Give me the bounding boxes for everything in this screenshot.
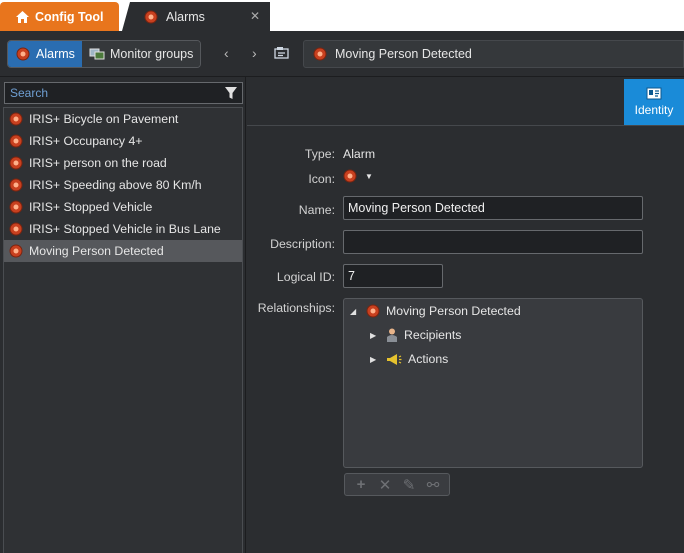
expand-icon[interactable]: ▶ (370, 331, 380, 340)
alarms-view-label: Alarms (36, 47, 75, 61)
monitor-group-icon (89, 48, 105, 60)
name-label: Name: (298, 203, 335, 217)
entity-browser-icon[interactable] (274, 46, 289, 59)
type-label: Type: (304, 147, 335, 161)
description-field[interactable] (343, 230, 643, 254)
logical-id-label: Logical ID: (276, 270, 335, 284)
tree-node-root-label: Moving Person Detected (386, 304, 521, 318)
alarm-list-panel: Search IRIS+ Bicycle on Pavement IRIS+ O… (0, 77, 246, 553)
alarm-icon (9, 222, 23, 236)
alarm-icon (313, 47, 327, 61)
description-label: Description: (270, 237, 335, 251)
tab-bar: Config Tool Alarms ✕ (0, 0, 684, 31)
view-switcher: Alarms Monitor groups (7, 40, 201, 68)
list-item-label: IRIS+ Speeding above 80 Km/h (29, 178, 202, 192)
alarm-icon (9, 200, 23, 214)
expand-icon[interactable]: ▶ (370, 355, 380, 364)
alarm-icon (9, 112, 23, 126)
list-item-selected[interactable]: Moving Person Detected (4, 240, 242, 262)
relationships-label: Relationships: (257, 301, 335, 315)
tree-node-root[interactable]: ◢ Moving Person Detected (350, 304, 521, 318)
list-item[interactable]: IRIS+ Stopped Vehicle in Bus Lane (4, 218, 242, 240)
list-item-label: IRIS+ Stopped Vehicle (29, 200, 153, 214)
list-item[interactable]: IRIS+ Occupancy 4+ (4, 130, 242, 152)
list-item[interactable]: IRIS+ Stopped Vehicle (4, 196, 242, 218)
tab-identity[interactable]: Identity (624, 79, 684, 125)
id-card-icon (646, 87, 662, 100)
type-value: Alarm (343, 147, 376, 161)
logical-id-value: 7 (348, 269, 355, 283)
monitor-groups-button[interactable]: Monitor groups (82, 41, 200, 67)
alarm-icon (343, 169, 357, 183)
close-icon[interactable]: ✕ (250, 9, 260, 23)
alarm-icon (366, 304, 380, 318)
add-icon[interactable]: + (351, 476, 371, 493)
forward-icon[interactable]: › (252, 45, 257, 61)
back-icon[interactable]: ‹ (224, 45, 229, 61)
logical-id-field[interactable]: 7 (343, 264, 443, 288)
user-icon (387, 328, 397, 342)
tree-node-recipients-label: Recipients (404, 328, 462, 342)
entity-path-title: Moving Person Detected (335, 47, 472, 61)
alarm-icon (9, 244, 23, 258)
chevron-down-icon[interactable]: ▼ (365, 172, 373, 181)
tab-config-tool-label: Config Tool (35, 9, 104, 24)
toolbar: Alarms Monitor groups ‹ › Moving Person … (0, 31, 684, 77)
list-item-label: IRIS+ Occupancy 4+ (29, 134, 143, 148)
home-icon (16, 10, 29, 23)
edit-icon[interactable]: ✎ (399, 476, 419, 494)
tab-alarms[interactable]: Alarms ✕ (122, 2, 270, 31)
link-icon[interactable]: ⚯ (423, 476, 443, 494)
list-item[interactable]: IRIS+ person on the road (4, 152, 242, 174)
icon-label: Icon: (308, 172, 335, 186)
list-item-label: IRIS+ person on the road (29, 156, 167, 170)
search-placeholder: Search (10, 86, 49, 100)
icon-picker[interactable]: ▼ (343, 169, 373, 183)
alarm-list: IRIS+ Bicycle on Pavement IRIS+ Occupanc… (3, 107, 243, 553)
name-value: Moving Person Detected (348, 201, 485, 215)
alarms-view-button[interactable]: Alarms (8, 41, 82, 67)
alarm-icon (9, 178, 23, 192)
entity-path-bar[interactable]: Moving Person Detected (303, 40, 684, 68)
megaphone-icon (387, 353, 402, 365)
list-item-label: Moving Person Detected (29, 244, 164, 258)
relationship-actions: + ✕ ✎ ⚯ (344, 473, 450, 496)
tab-identity-label: Identity (634, 103, 674, 117)
alarm-icon (9, 156, 23, 170)
alarm-icon (9, 134, 23, 148)
list-item-label: IRIS+ Stopped Vehicle in Bus Lane (29, 222, 221, 236)
tab-alarms-label: Alarms (166, 9, 205, 24)
divider (247, 125, 684, 126)
tree-node-actions[interactable]: ▶ Actions (370, 352, 448, 366)
tree-node-actions-label: Actions (408, 352, 449, 366)
name-field[interactable]: Moving Person Detected (343, 196, 643, 220)
filter-icon[interactable] (224, 86, 238, 101)
list-item[interactable]: IRIS+ Bicycle on Pavement (4, 108, 242, 130)
search-input[interactable]: Search (4, 82, 243, 104)
list-item[interactable]: IRIS+ Speeding above 80 Km/h (4, 174, 242, 196)
properties-panel: Identity Type: Alarm Icon: ▼ Name: Movin… (247, 77, 684, 553)
list-item-label: IRIS+ Bicycle on Pavement (29, 112, 179, 126)
delete-icon[interactable]: ✕ (375, 476, 395, 494)
tree-node-recipients[interactable]: ▶ Recipients (370, 328, 461, 342)
monitor-groups-label: Monitor groups (110, 47, 194, 61)
alarm-icon (16, 47, 30, 61)
alarm-icon (144, 10, 158, 23)
tab-config-tool[interactable]: Config Tool (0, 2, 119, 31)
collapse-icon[interactable]: ◢ (350, 307, 360, 316)
relationships-tree: ◢ Moving Person Detected ▶ Recipients ▶ … (343, 298, 643, 468)
